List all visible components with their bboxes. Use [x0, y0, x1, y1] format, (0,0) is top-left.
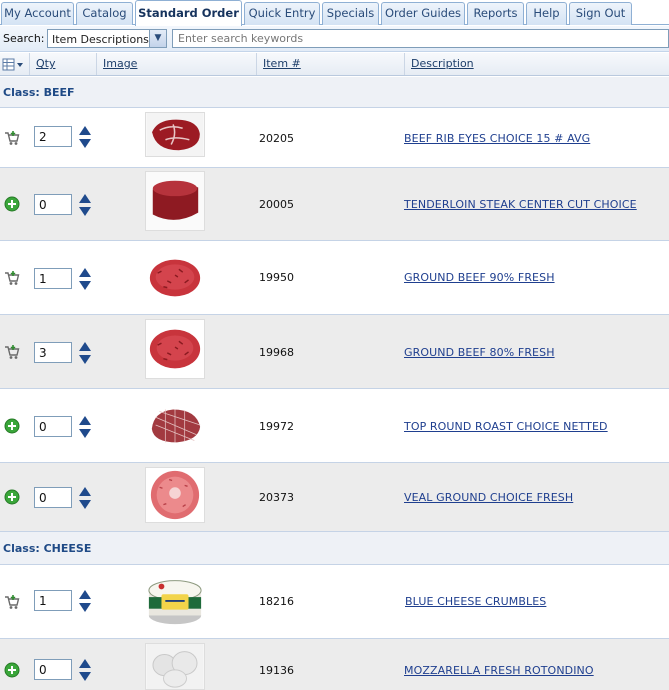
up-down-arrows-icon[interactable]	[79, 416, 91, 438]
tab-my-account[interactable]: My Account	[1, 2, 74, 25]
up-down-arrows-icon[interactable]	[79, 590, 91, 612]
up-down-arrows-icon[interactable]	[79, 342, 91, 364]
shopping-cart-icon[interactable]	[4, 594, 20, 610]
up-down-arrows-icon[interactable]	[79, 659, 91, 681]
quantity-input[interactable]	[34, 194, 72, 215]
table-row: 20205 BEEF RIB EYES CHOICE 15 # AVG	[0, 109, 669, 168]
tab-sign-out[interactable]: Sign Out	[569, 2, 632, 25]
column-qty[interactable]: Qty	[29, 53, 95, 75]
product-image[interactable]	[145, 247, 205, 307]
column-description[interactable]: Description	[404, 53, 669, 75]
product-image[interactable]	[145, 171, 205, 231]
search-scope-select[interactable]: Item Descriptions ▼	[47, 29, 167, 48]
tab-order-guides[interactable]: Order Guides	[381, 2, 465, 25]
product-image[interactable]	[145, 467, 205, 523]
add-plus-icon[interactable]	[4, 489, 20, 505]
product-image[interactable]	[145, 570, 205, 630]
add-plus-icon[interactable]	[4, 418, 20, 434]
up-down-arrows-icon[interactable]	[79, 487, 91, 509]
product-image[interactable]	[145, 643, 205, 690]
quantity-input[interactable]	[34, 659, 72, 680]
item-number: 19136	[259, 664, 294, 677]
shopping-cart-icon[interactable]	[4, 130, 20, 146]
up-down-arrows-icon[interactable]	[79, 194, 91, 216]
tab-specials[interactable]: Specials	[322, 2, 379, 25]
item-number: 20005	[259, 198, 294, 211]
quantity-input[interactable]	[34, 126, 72, 147]
product-image[interactable]	[145, 319, 205, 379]
quantity-input[interactable]	[34, 342, 72, 363]
table-row: 18216 BLUE CHEESE CRUMBLES	[0, 565, 669, 639]
column-header: Qty Image Item # Description	[0, 53, 669, 76]
item-description-link[interactable]: BEEF RIB EYES CHOICE 15 # AVG	[404, 132, 590, 145]
item-number: 19950	[259, 271, 294, 284]
item-description-link[interactable]: GROUND BEEF 90% FRESH	[404, 271, 555, 284]
item-description-link[interactable]: TENDERLOIN STEAK CENTER CUT CHOICE	[404, 198, 637, 211]
up-down-arrows-icon[interactable]	[79, 126, 91, 148]
search-input[interactable]	[172, 29, 669, 48]
quantity-input[interactable]	[34, 487, 72, 508]
grid-menu-icon[interactable]	[2, 57, 24, 72]
quantity-input[interactable]	[34, 268, 72, 289]
quantity-input[interactable]	[34, 590, 72, 611]
add-plus-icon[interactable]	[4, 662, 20, 678]
tab-quick-entry[interactable]: Quick Entry	[244, 2, 320, 25]
table-row: 19972 TOP ROUND ROAST CHOICE NETTED	[0, 389, 669, 463]
tab-standard-order[interactable]: Standard Order	[135, 0, 242, 26]
table-row: 19950 GROUND BEEF 90% FRESH	[0, 241, 669, 315]
table-row: 20373 VEAL GROUND CHOICE FRESH	[0, 463, 669, 532]
item-number: 18216	[259, 595, 294, 608]
item-number: 20373	[259, 491, 294, 504]
search-scope-value: Item Descriptions	[52, 33, 149, 46]
shopping-cart-icon[interactable]	[4, 270, 20, 286]
shopping-cart-icon[interactable]	[4, 344, 20, 360]
tab-catalog[interactable]: Catalog	[76, 2, 133, 25]
class-header-beef: Class: BEEF	[0, 77, 669, 108]
item-number: 19972	[259, 420, 294, 433]
table-row: 20005 TENDERLOIN STEAK CENTER CUT CHOICE	[0, 168, 669, 241]
item-description-link[interactable]: TOP ROUND ROAST CHOICE NETTED	[404, 420, 608, 433]
table-row: 19136 MOZZARELLA FRESH ROTONDINO	[0, 639, 669, 690]
add-plus-icon[interactable]	[4, 196, 20, 212]
column-image[interactable]: Image	[96, 53, 256, 75]
item-description-link[interactable]: VEAL GROUND CHOICE FRESH	[404, 491, 573, 504]
search-label: Search:	[3, 32, 45, 45]
chevron-down-icon[interactable]: ▼	[149, 30, 166, 47]
item-description-link[interactable]: BLUE CHEESE CRUMBLES	[405, 595, 546, 608]
class-header-cheese: Class: CHEESE	[0, 532, 669, 565]
item-description-link[interactable]: GROUND BEEF 80% FRESH	[404, 346, 555, 359]
table-row: 19968 GROUND BEEF 80% FRESH	[0, 315, 669, 389]
item-description-link[interactable]: MOZZARELLA FRESH ROTONDINO	[404, 664, 594, 677]
column-item-number[interactable]: Item #	[256, 53, 404, 75]
up-down-arrows-icon[interactable]	[79, 268, 91, 290]
tab-reports[interactable]: Reports	[467, 2, 524, 25]
product-image[interactable]	[145, 395, 205, 455]
item-number: 20205	[259, 132, 294, 145]
tab-bar: My Account Catalog Standard Order Quick …	[0, 0, 669, 26]
item-number: 19968	[259, 346, 294, 359]
search-bar: Search: Item Descriptions ▼	[0, 26, 669, 52]
quantity-input[interactable]	[34, 416, 72, 437]
product-image[interactable]	[145, 112, 205, 157]
tab-help[interactable]: Help	[526, 2, 567, 25]
